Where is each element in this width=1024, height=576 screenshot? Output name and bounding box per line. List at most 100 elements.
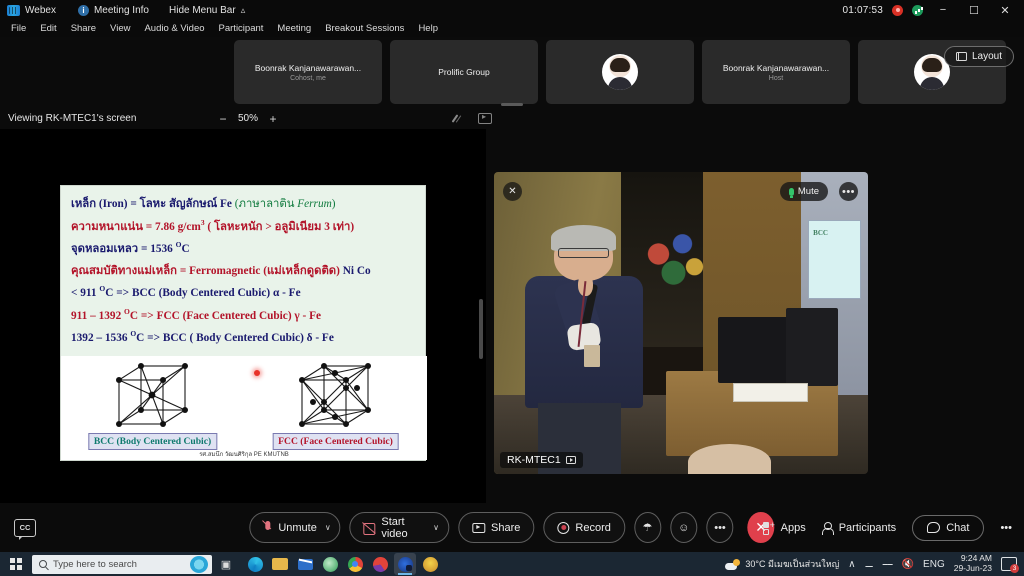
layout-button[interactable]: Layout (943, 46, 1014, 67)
presenter-figure (516, 220, 651, 474)
apps-button[interactable]: + Apps (762, 520, 806, 535)
menu-audio-video[interactable]: Audio & Video (137, 21, 211, 36)
bcc-caption-box: BCC (Body Centered Cubic) (87, 433, 218, 450)
slide-text-span: < 911 (71, 287, 100, 300)
taskbar-clock[interactable]: 9:24 AM 29-Jun-23 (954, 553, 992, 574)
taskbar-icon-chrome[interactable] (344, 553, 366, 575)
zoom-in-button[interactable]: + (268, 112, 278, 126)
meeting-info-button[interactable]: i Meeting Info (77, 4, 149, 16)
cortana-icon[interactable] (190, 555, 208, 573)
task-view-button[interactable]: ▣ (212, 552, 240, 576)
smiley-icon: ☺ (678, 521, 690, 534)
menu-participant[interactable]: Participant (212, 21, 271, 36)
close-button[interactable]: ✕ (994, 1, 1016, 19)
participant-name: Boonrak Kanjanawarawan... (722, 62, 830, 73)
share-label: Share (491, 521, 521, 534)
slide-text-span: C => BCC ( Body Centered Cubic) δ - Fe (136, 331, 334, 344)
slide-line-4: คุณสมบัติทางแม่เหล็ก = Ferromagnetic (แม… (71, 261, 415, 283)
shared-screen-scrollbar[interactable] (479, 299, 483, 359)
taskbar-icon-paint[interactable] (419, 553, 441, 575)
taskbar-icon-chrome-profile[interactable] (369, 553, 391, 575)
slide-text-span: ( โลหะหนัก > อลูมิเนียม 3 เท่า) (204, 220, 355, 233)
cc-label: CC (19, 523, 31, 532)
webex-logo-icon (7, 4, 20, 16)
taskbar-icon-green-app[interactable] (319, 553, 341, 575)
taskbar-icon-webex[interactable] (394, 553, 416, 575)
menu-help[interactable]: Help (411, 21, 445, 36)
start-video-button[interactable]: Start video ∨ (349, 512, 450, 543)
taskbar-search-input[interactable]: Type here to search (32, 554, 212, 574)
video-more-options-button[interactable]: ••• (839, 182, 858, 201)
closed-captions-button[interactable]: CC (14, 518, 36, 540)
participants-button[interactable]: Participants (822, 521, 896, 535)
unmute-button[interactable]: Unmute ∨ (249, 512, 341, 543)
hide-menu-bar-button[interactable]: Hide Menu Bar ▵ (169, 5, 245, 16)
info-icon: i (77, 4, 89, 16)
attach-file-button[interactable]: ☂ (633, 512, 662, 543)
share-control-icon[interactable] (478, 112, 492, 124)
unpin-icon[interactable]: ✕ (503, 182, 522, 201)
shared-screen-area[interactable]: เหล็ก (Iron) = โลหะ สัญลักษณ์ Fe (ภาษาลา… (0, 129, 486, 503)
share-button[interactable]: Share (458, 512, 535, 543)
volume-muted-icon[interactable]: 🔇 (902, 559, 914, 570)
battery-icon[interactable]: ⚊ (865, 559, 874, 570)
menu-meeting[interactable]: Meeting (270, 21, 318, 36)
titlebar-right-cluster: 01:07:53 − ☐ ✕ (842, 1, 1024, 19)
system-tray: 30°C มีเมฆเป็นส่วนใหญ่ ∧ ⚊ ⎯⎯ 🔇 ENG 9:24… (725, 553, 1024, 574)
participant-thumbnail[interactable]: Prolific Group (390, 40, 538, 104)
slide-text-span: เหล็ก (Iron) = โลหะ สัญลักษณ์ Fe (71, 198, 235, 210)
maximize-button[interactable]: ☐ (963, 1, 985, 19)
chevron-down-icon[interactable]: ∨ (433, 523, 439, 532)
more-options-button[interactable]: ••• (706, 512, 734, 543)
reactions-button[interactable]: ☺ (670, 512, 698, 543)
more-icon: ••• (714, 521, 726, 534)
recording-indicator-icon[interactable] (892, 4, 903, 16)
menu-view[interactable]: View (103, 21, 137, 36)
webex-logo: Webex (7, 4, 56, 16)
monitor-secondary (785, 307, 839, 387)
participant-thumbnail[interactable]: Boonrak Kanjanawarawan... Cohost, me (234, 40, 382, 104)
slide-text-span: Ni Co (342, 264, 371, 277)
control-bar-overflow-button[interactable]: ••• (1000, 522, 1012, 534)
unmute-label: Unmute (278, 521, 317, 534)
search-icon (39, 560, 47, 568)
slide-text-span: คุณสมบัติทางแม่เหล็ก = Ferromagnetic (แม… (71, 264, 343, 277)
fcc-figure: FCC (Face Centered Cubic) (261, 356, 411, 460)
meeting-info-label: Meeting Info (93, 4, 149, 16)
chat-label: Chat (946, 521, 970, 534)
filmstrip-resize-handle[interactable] (501, 103, 523, 106)
annotate-icon[interactable] (452, 113, 465, 125)
menu-file[interactable]: File (4, 21, 33, 36)
language-indicator[interactable]: ENG (923, 559, 945, 570)
slide-text-span: 911 – 1392 (71, 309, 125, 322)
laser-pointer-dot (254, 370, 260, 376)
record-button[interactable]: Record (543, 512, 625, 543)
bcc-caption: BCC (Body Centered Cubic) (93, 436, 212, 447)
slide-text-span: ) (331, 198, 336, 210)
weather-widget[interactable]: 30°C มีเมฆเป็นส่วนใหญ่ (725, 557, 839, 571)
tray-expand-icon[interactable]: ∧ (848, 559, 855, 570)
chevron-down-icon[interactable]: ∨ (325, 523, 331, 532)
zoom-out-button[interactable]: − (218, 112, 228, 126)
minimize-button[interactable]: − (932, 1, 954, 19)
keyboard-icon[interactable]: ⎯⎯ (883, 559, 893, 570)
webex-meeting-window: Webex i Meeting Info Hide Menu Bar ▵ 01:… (0, 0, 1024, 576)
participant-thumbnail[interactable]: Boonrak Kanjanawarawan... Host (702, 40, 850, 104)
taskbar-icon-mail[interactable] (294, 553, 316, 575)
taskbar-icon-file-explorer[interactable] (269, 553, 291, 575)
chat-button[interactable]: Chat (912, 514, 985, 541)
mute-participant-button[interactable]: Mute (779, 182, 828, 201)
start-button[interactable] (0, 552, 32, 576)
participant-thumbnail[interactable] (546, 40, 694, 104)
slide-credit: รศ.สมนึก วัฒนศิริกุล PE KMUTNB (199, 452, 289, 458)
camera-off-icon (363, 522, 376, 535)
menu-breakout-sessions[interactable]: Breakout Sessions (318, 21, 411, 36)
notification-center-button[interactable]: 3 (1001, 557, 1019, 573)
network-indicator-icon[interactable] (912, 4, 923, 16)
menu-edit[interactable]: Edit (33, 21, 63, 36)
share-screen-icon (472, 522, 486, 533)
taskbar-icon-edge[interactable] (244, 553, 266, 575)
slide-text-span: Ferrum (297, 198, 332, 210)
menu-share[interactable]: Share (64, 21, 103, 36)
active-speaker-video[interactable]: ✕ Mute ••• RK-MTEC1 (494, 172, 868, 474)
